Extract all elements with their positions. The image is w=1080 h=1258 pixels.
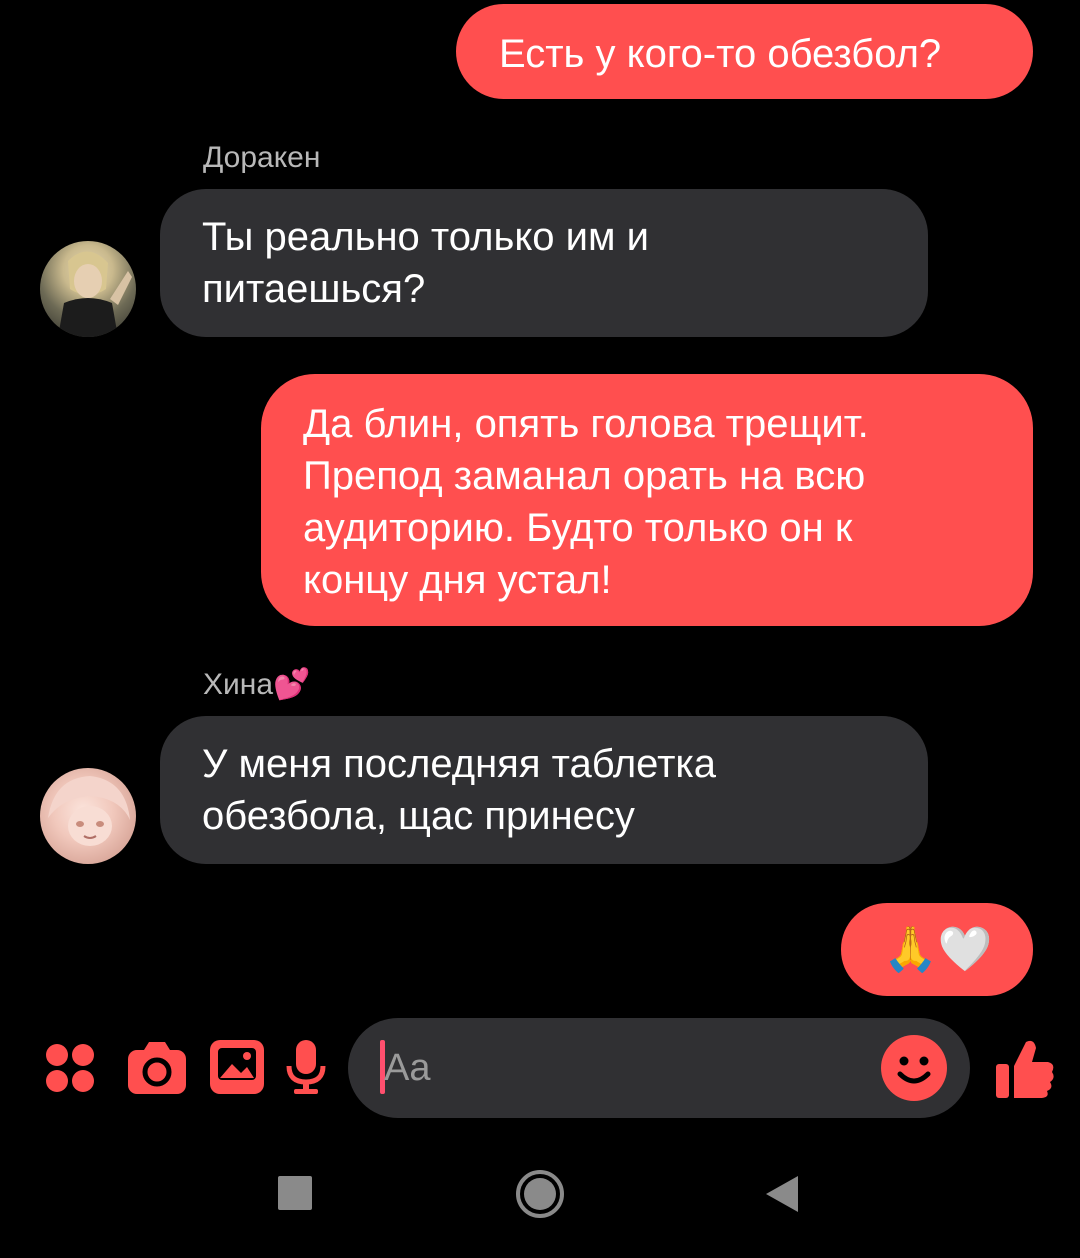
gallery-icon[interactable]: [208, 1038, 266, 1096]
message-input[interactable]: Aa: [348, 1018, 970, 1118]
avatar-image: [58, 251, 132, 337]
doraken-avatar[interactable]: [40, 241, 136, 337]
microphone-icon[interactable]: [284, 1038, 328, 1096]
recent-apps-icon[interactable]: [278, 1176, 312, 1210]
chat-screen: Есть у кого-то обезбол? Доракен Ты реаль…: [0, 0, 1080, 1258]
back-icon[interactable]: [764, 1174, 800, 1214]
sender-name: Хина💕: [203, 668, 311, 701]
incoming-message[interactable]: У меня последняя таблетка обезбола, щас …: [160, 716, 928, 864]
incoming-message[interactable]: Ты реально только им и питаешься?: [160, 189, 928, 337]
camera-icon[interactable]: [126, 1038, 188, 1096]
apps-grid-icon[interactable]: [44, 1042, 96, 1094]
input-placeholder: Aa: [384, 1047, 431, 1089]
sender-name: Доракен: [203, 141, 321, 174]
emoji-icon[interactable]: [880, 1034, 948, 1102]
thumbs-up-icon[interactable]: [994, 1036, 1056, 1100]
hina-avatar[interactable]: [40, 768, 136, 864]
home-icon[interactable]: [514, 1168, 566, 1220]
outgoing-message[interactable]: Да блин, опять голова трещит. Препод зам…: [261, 374, 1033, 626]
system-navbar: [0, 1140, 1080, 1258]
outgoing-message[interactable]: Есть у кого-то обезбол?: [456, 4, 1033, 99]
avatar-image: [48, 776, 130, 846]
outgoing-message[interactable]: 🙏🤍: [841, 903, 1033, 996]
